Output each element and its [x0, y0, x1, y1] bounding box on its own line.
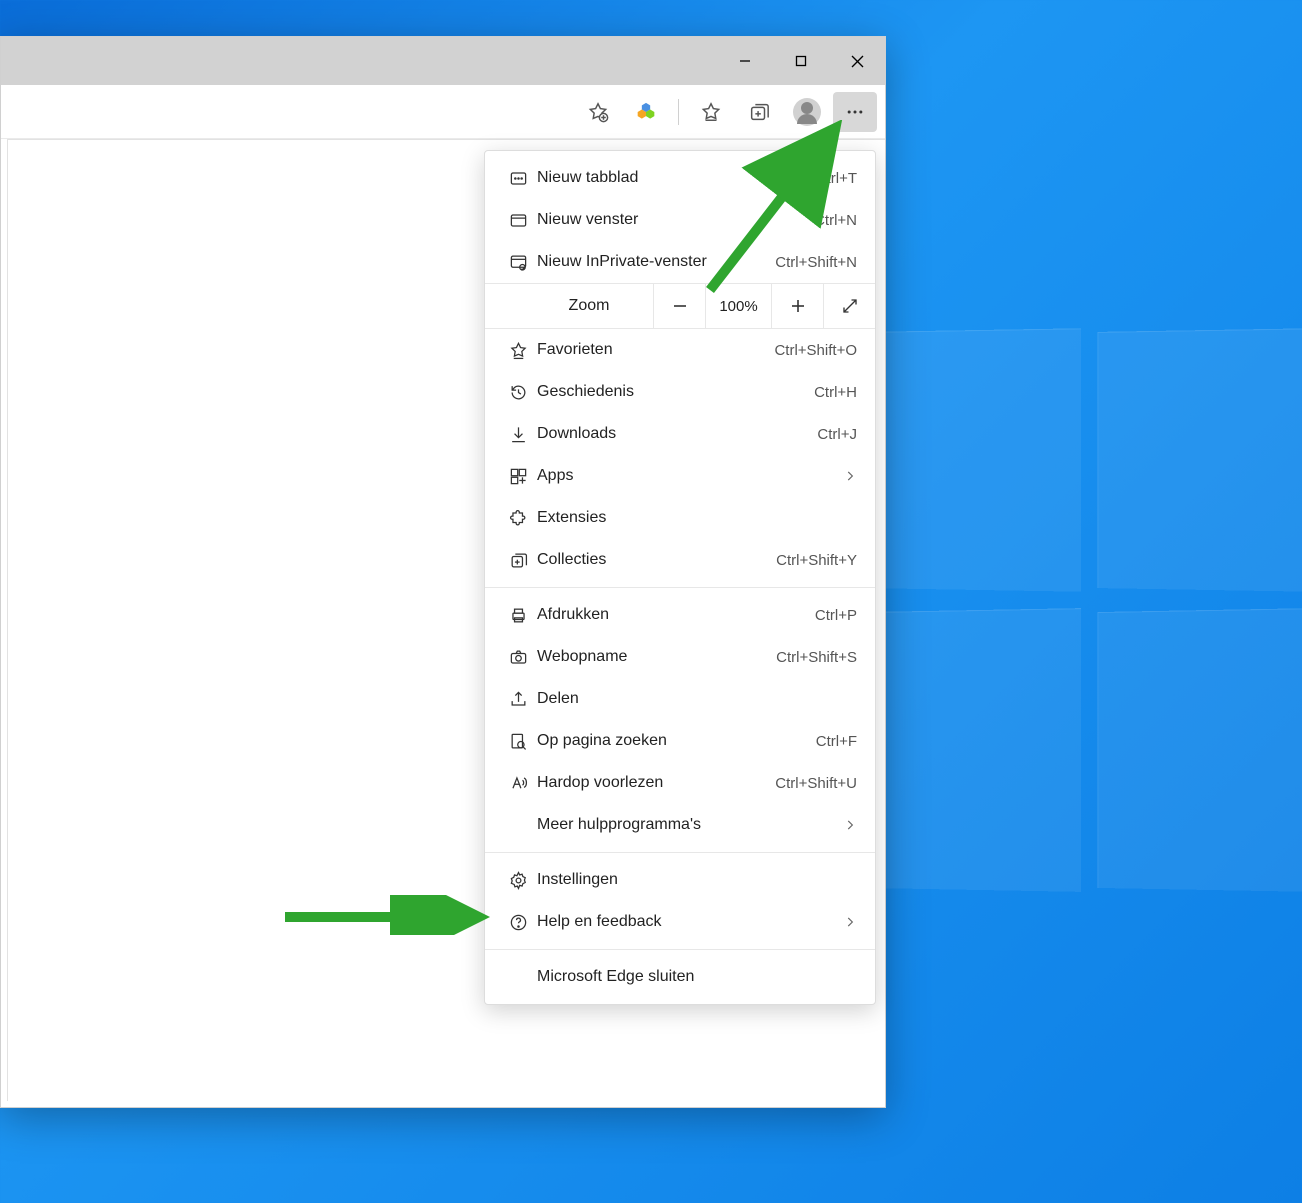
share-icon	[503, 690, 533, 709]
menu-settings[interactable]: Instellingen	[485, 859, 875, 901]
menu-label: Meer hulpprogramma's	[533, 816, 843, 834]
collections-icon	[503, 551, 533, 570]
browser-toolbar	[1, 85, 885, 139]
avatar-icon	[793, 98, 821, 126]
menu-separator	[485, 949, 875, 950]
menu-label: Afdrukken	[533, 606, 815, 624]
menu-shortcut: Ctrl+N	[814, 212, 857, 229]
new-tab-icon	[503, 169, 533, 188]
menu-apps[interactable]: Apps	[485, 455, 875, 497]
collections-button[interactable]	[737, 92, 781, 132]
menu-share[interactable]: Delen	[485, 678, 875, 720]
menu-label: Webopname	[533, 648, 776, 666]
favorites-button[interactable]	[689, 92, 733, 132]
zoom-out-button[interactable]	[653, 284, 705, 328]
menu-label: Collecties	[533, 551, 776, 569]
menu-label: Extensies	[533, 509, 857, 527]
capture-icon	[503, 648, 533, 667]
menu-label: Downloads	[533, 425, 817, 443]
read-aloud-icon	[503, 774, 533, 793]
chevron-right-icon	[843, 469, 857, 483]
zoom-value: 100%	[705, 284, 771, 328]
toolbar-divider	[678, 99, 679, 125]
help-icon	[503, 913, 533, 932]
favorites-icon	[503, 341, 533, 360]
menu-favorites[interactable]: Favorieten Ctrl+Shift+O	[485, 329, 875, 371]
menu-separator	[485, 852, 875, 853]
menu-shortcut: Ctrl+J	[817, 426, 857, 443]
menu-close-edge[interactable]: Microsoft Edge sluiten	[485, 956, 875, 998]
menu-label: Delen	[533, 690, 857, 708]
apps-icon	[503, 467, 533, 486]
menu-more-tools[interactable]: Meer hulpprogramma's	[485, 804, 875, 846]
menu-label: Favorieten	[533, 341, 774, 359]
menu-print[interactable]: Afdrukken Ctrl+P	[485, 594, 875, 636]
windows-logo-wallpaper	[880, 330, 1302, 890]
menu-help[interactable]: Help en feedback	[485, 901, 875, 943]
menu-new-tab[interactable]: Nieuw tabblad Ctrl+T	[485, 157, 875, 199]
menu-shortcut: Ctrl+Shift+S	[776, 649, 857, 666]
menu-extensions[interactable]: Extensies	[485, 497, 875, 539]
menu-downloads[interactable]: Downloads Ctrl+J	[485, 413, 875, 455]
window-titlebar	[1, 37, 885, 85]
fullscreen-button[interactable]	[823, 284, 875, 328]
menu-shortcut: Ctrl+Shift+U	[775, 775, 857, 792]
extensions-puzzle-button[interactable]	[624, 92, 668, 132]
menu-webcapture[interactable]: Webopname Ctrl+Shift+S	[485, 636, 875, 678]
menu-find[interactable]: Op pagina zoeken Ctrl+F	[485, 720, 875, 762]
inprivate-icon	[503, 253, 533, 272]
menu-label: Geschiedenis	[533, 383, 814, 401]
new-window-icon	[503, 211, 533, 230]
menu-label: Microsoft Edge sluiten	[533, 968, 857, 986]
menu-new-window[interactable]: Nieuw venster Ctrl+N	[485, 199, 875, 241]
menu-shortcut: Ctrl+Shift+Y	[776, 552, 857, 569]
more-menu-button[interactable]	[833, 92, 877, 132]
menu-label: Nieuw venster	[533, 211, 814, 229]
menu-shortcut: Ctrl+F	[816, 733, 857, 750]
menu-collections[interactable]: Collecties Ctrl+Shift+Y	[485, 539, 875, 581]
menu-inprivate[interactable]: Nieuw InPrivate-venster Ctrl+Shift+N	[485, 241, 875, 283]
add-favorite-button[interactable]	[576, 92, 620, 132]
menu-label: Hardop voorlezen	[533, 774, 775, 792]
menu-shortcut: Ctrl+P	[815, 607, 857, 624]
chevron-right-icon	[843, 915, 857, 929]
history-icon	[503, 383, 533, 402]
find-icon	[503, 732, 533, 751]
menu-history[interactable]: Geschiedenis Ctrl+H	[485, 371, 875, 413]
extensions-icon	[503, 509, 533, 528]
menu-label: Instellingen	[533, 871, 857, 889]
menu-zoom-row: Zoom 100%	[485, 283, 875, 329]
menu-shortcut: Ctrl+T	[816, 170, 857, 187]
menu-label: Nieuw InPrivate-venster	[533, 253, 775, 271]
menu-label: Op pagina zoeken	[533, 732, 816, 750]
menu-shortcut: Ctrl+H	[814, 384, 857, 401]
print-icon	[503, 606, 533, 625]
menu-separator	[485, 587, 875, 588]
zoom-label: Zoom	[485, 284, 653, 328]
close-button[interactable]	[829, 37, 885, 85]
maximize-button[interactable]	[773, 37, 829, 85]
menu-label: Apps	[533, 467, 843, 485]
settings-icon	[503, 871, 533, 890]
zoom-in-button[interactable]	[771, 284, 823, 328]
menu-label: Nieuw tabblad	[533, 169, 816, 187]
downloads-icon	[503, 425, 533, 444]
profile-button[interactable]	[785, 92, 829, 132]
menu-read-aloud[interactable]: Hardop voorlezen Ctrl+Shift+U	[485, 762, 875, 804]
settings-menu: Nieuw tabblad Ctrl+T Nieuw venster Ctrl+…	[484, 150, 876, 1005]
menu-shortcut: Ctrl+Shift+O	[774, 342, 857, 359]
menu-label: Help en feedback	[533, 913, 843, 931]
chevron-right-icon	[843, 818, 857, 832]
menu-shortcut: Ctrl+Shift+N	[775, 254, 857, 271]
minimize-button[interactable]	[717, 37, 773, 85]
